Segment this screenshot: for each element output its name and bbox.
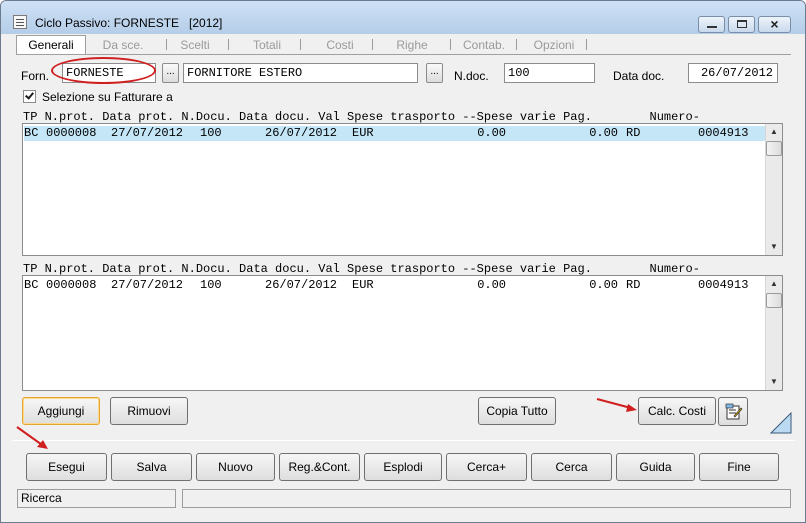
cell-nprot: 0000008 — [46, 126, 97, 140]
maximize-button[interactable] — [728, 16, 755, 33]
scroll-up-icon[interactable]: ▲ — [766, 276, 782, 292]
grid-top-list[interactable]: BC 0000008 27/07/2012 100 26/07/2012 EUR… — [22, 123, 783, 256]
cell-tp: BC — [24, 126, 39, 140]
title-bar[interactable]: Ciclo Passivo: FORNESTE [2012] × — [1, 1, 805, 34]
window-title: Ciclo Passivo: FORNESTE [2012] — [35, 16, 223, 30]
scroll-up-icon[interactable]: ▲ — [766, 124, 782, 140]
edit-document-button[interactable] — [718, 397, 748, 426]
tab-separator — [300, 39, 301, 50]
scroll-thumb[interactable] — [766, 293, 782, 308]
checkmark-icon — [25, 90, 34, 100]
cell-ndocu: 100 — [200, 278, 222, 292]
forn-label: Forn. — [21, 69, 50, 83]
separator-line — [12, 440, 795, 441]
tab-scelti[interactable]: Scelti — [168, 37, 222, 55]
maximize-icon — [737, 20, 747, 28]
tab-costi[interactable]: Costi — [308, 37, 372, 55]
esplodi-button[interactable]: Esplodi — [364, 453, 442, 481]
tab-contab[interactable]: Contab. — [456, 37, 512, 55]
ndoc-label: N.doc. — [454, 69, 489, 83]
cell-spese-trasporto: 0.00 — [477, 278, 506, 292]
cell-tp: BC — [24, 278, 39, 292]
cell-pag: RD — [626, 278, 641, 292]
fatturare-checkbox-label: Selezione su Fatturare a — [42, 90, 173, 104]
tab-generali[interactable]: Generali — [16, 35, 86, 55]
forn-code-field[interactable]: FORNESTE — [62, 63, 156, 83]
forn-name-browse-button[interactable]: ... — [426, 63, 443, 83]
edit-document-icon — [725, 403, 743, 420]
cell-nprot: 0000008 — [46, 278, 97, 292]
forn-browse-button[interactable]: ... — [162, 63, 179, 83]
scroll-down-icon[interactable]: ▼ — [766, 239, 782, 255]
tab-separator — [166, 39, 167, 50]
cell-data-prot: 27/07/2012 — [111, 278, 184, 292]
status-left: Ricerca — [17, 489, 176, 508]
tab-separator — [450, 39, 451, 50]
document-icon — [13, 15, 27, 29]
tab-separator — [228, 39, 229, 50]
cell-val: EUR — [352, 126, 374, 140]
tab-separator — [372, 39, 373, 50]
datadoc-field[interactable]: 26/07/2012 — [688, 63, 778, 83]
reg-cont-button[interactable]: Reg.&Cont. — [279, 453, 360, 481]
tab-totali[interactable]: Totali — [238, 37, 296, 55]
nuovo-button[interactable]: Nuovo — [196, 453, 275, 481]
guida-button[interactable]: Guida — [616, 453, 695, 481]
resize-corner-icon — [770, 412, 792, 434]
tab-separator — [586, 39, 587, 50]
tab-opzioni[interactable]: Opzioni — [524, 37, 584, 55]
aggiungi-button[interactable]: Aggiungi — [22, 397, 100, 425]
scroll-down-icon[interactable]: ▼ — [766, 374, 782, 390]
table-row[interactable]: BC 0000008 27/07/2012 100 26/07/2012 EUR… — [24, 278, 765, 293]
tab-righe[interactable]: Righe — [382, 37, 442, 55]
cell-data-docu: 26/07/2012 — [265, 126, 338, 140]
rimuovi-button[interactable]: Rimuovi — [110, 397, 188, 425]
cell-val: EUR — [352, 278, 374, 292]
ndoc-field[interactable]: 100 — [504, 63, 595, 83]
grid-top-header: TP N.prot. Data prot. N.Docu. Data docu.… — [23, 110, 700, 124]
forn-name-field[interactable]: FORNITORE ESTERO — [183, 63, 418, 83]
cell-data-prot: 27/07/2012 — [111, 126, 184, 140]
cell-data-docu: 26/07/2012 — [265, 278, 338, 292]
tab-da-sce[interactable]: Da sce. — [88, 37, 158, 55]
calc-costi-button[interactable]: Calc. Costi — [638, 397, 716, 425]
cell-ndocu: 100 — [200, 126, 222, 140]
cell-pag: RD — [626, 126, 641, 140]
grid-bottom-list[interactable]: BC 0000008 27/07/2012 100 26/07/2012 EUR… — [22, 275, 783, 391]
fine-button[interactable]: Fine — [699, 453, 779, 481]
table-row[interactable]: BC 0000008 27/07/2012 100 26/07/2012 EUR… — [24, 126, 765, 141]
datadoc-label: Data doc. — [613, 69, 665, 83]
scroll-thumb[interactable] — [766, 141, 782, 156]
cell-spese-varie: 0.00 — [589, 278, 618, 292]
close-icon: × — [770, 16, 779, 32]
grid-bottom-header: TP N.prot. Data prot. N.Docu. Data docu.… — [23, 262, 700, 276]
status-right — [182, 489, 791, 508]
cell-numero: 0004913 — [698, 126, 749, 140]
cell-numero: 0004913 — [698, 278, 749, 292]
minimize-icon — [707, 26, 717, 28]
salva-button[interactable]: Salva — [111, 453, 192, 481]
fatturare-checkbox[interactable] — [23, 90, 36, 103]
main-window: Ciclo Passivo: FORNESTE [2012] × General… — [0, 0, 806, 523]
copia-tutto-button[interactable]: Copia Tutto — [478, 397, 556, 425]
grid-bottom-scrollbar[interactable]: ▲ ▼ — [765, 276, 782, 390]
cell-spese-varie: 0.00 — [589, 126, 618, 140]
cerca-button[interactable]: Cerca — [531, 453, 612, 481]
minimize-button[interactable] — [698, 16, 725, 33]
esegui-button[interactable]: Esegui — [26, 453, 107, 481]
cerca-plus-button[interactable]: Cerca+ — [446, 453, 527, 481]
cell-spese-trasporto: 0.00 — [477, 126, 506, 140]
tab-separator — [516, 39, 517, 50]
grid-top-scrollbar[interactable]: ▲ ▼ — [765, 124, 782, 255]
close-button[interactable]: × — [758, 16, 791, 33]
